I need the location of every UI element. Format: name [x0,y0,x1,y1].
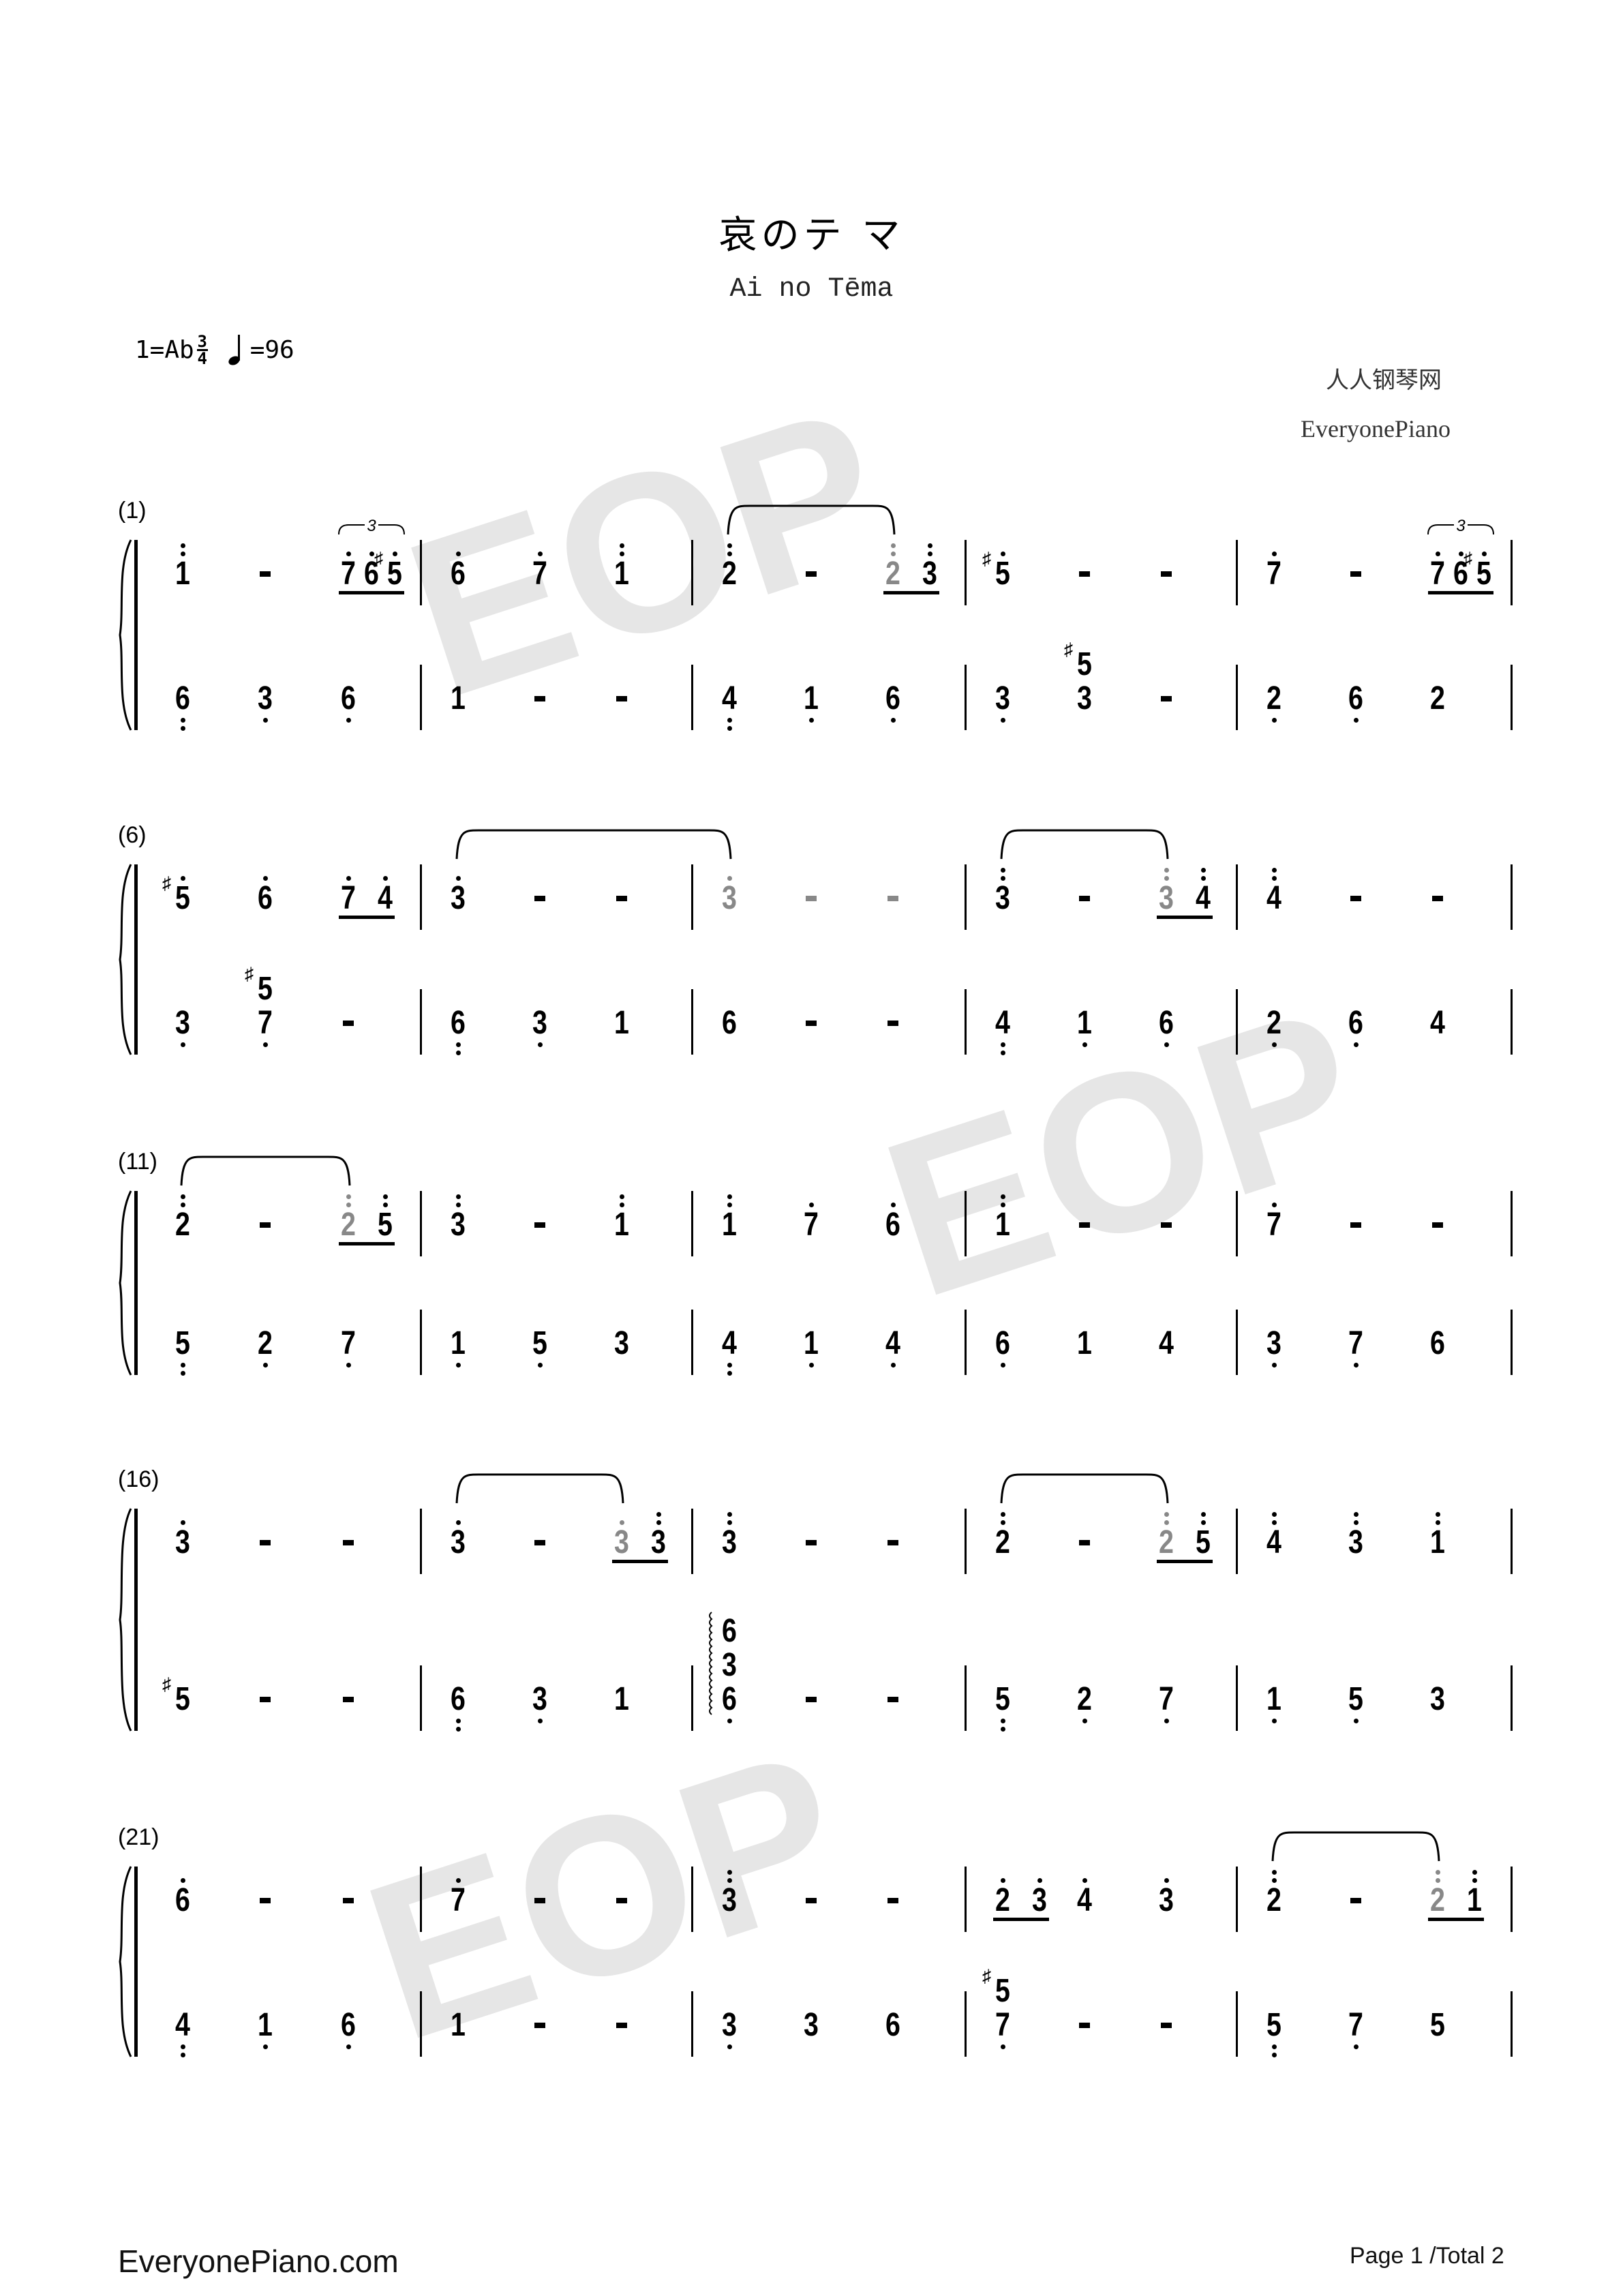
triplet-number: 3 [367,517,376,535]
brace-icon [119,1508,132,1732]
slur [180,1155,351,1186]
slur [455,1473,624,1504]
footer-site-link[interactable]: EveryonePiano.com [118,2243,399,2280]
score-overlay: 33 [119,504,1494,2057]
score-page: EOP EOP EOP 哀のテ マ Ai no Tēma 1=Ab 3 4 =9… [0,0,1623,2296]
brace-icon [119,1866,132,2057]
arpeggio-icon [709,1612,713,1715]
brace-icon [119,864,132,1055]
triplet-number: 3 [1456,517,1466,535]
slur [1000,1473,1169,1504]
footer-page-number: Page 1 /Total 2 [1350,2243,1504,2269]
brace-icon [119,539,132,731]
slur [727,504,896,535]
slur [1000,829,1169,860]
slur [455,829,732,860]
slur [1271,1831,1440,1862]
brace-icon [119,1190,132,1376]
